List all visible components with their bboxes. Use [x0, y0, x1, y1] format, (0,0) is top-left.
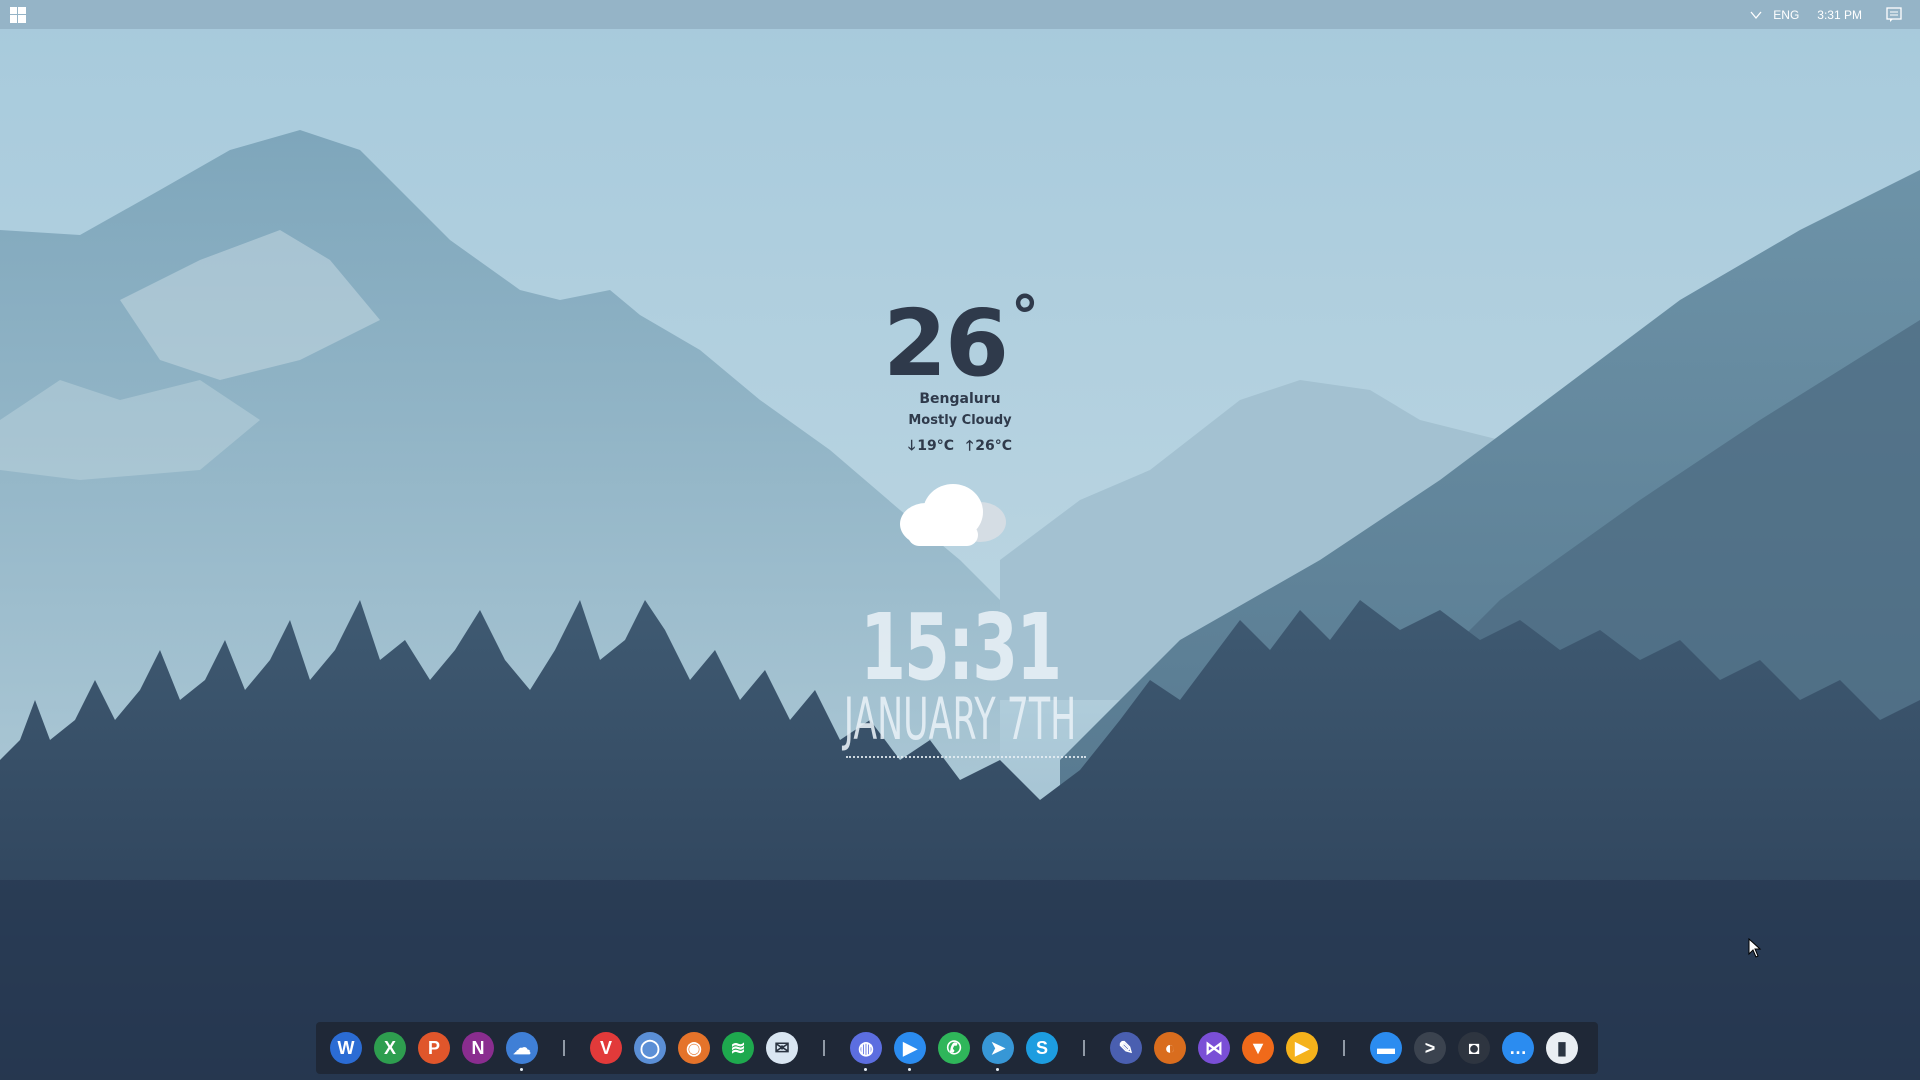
weather-high: 26°C — [975, 438, 1013, 454]
blender-icon[interactable]: ◐ — [1154, 1032, 1186, 1064]
weather-temperature: 26° — [0, 290, 1920, 390]
tray-clock[interactable]: 3:31 PM — [1817, 8, 1862, 22]
degree-symbol: ° — [1011, 285, 1039, 350]
onenote-icon[interactable]: N — [462, 1032, 494, 1064]
pen-icon[interactable]: ✎ — [1110, 1032, 1142, 1064]
toggle-glyph: ◘ — [1468, 1037, 1480, 1058]
player-glyph: ▶ — [1295, 1037, 1309, 1058]
chromium-glyph: ◯ — [639, 1037, 661, 1058]
running-indicator — [996, 1068, 999, 1071]
brave-icon[interactable]: ▼ — [1242, 1032, 1274, 1064]
visual-studio-glyph: ⋈ — [1205, 1037, 1223, 1058]
telegram-glyph: ➤ — [990, 1037, 1006, 1058]
app-dock: W X P N ☁ V ◯ ◉ ≋ ✉ ◍ ▶ ✆ ➤ S ✎ ◐ ⋈ ▼ ▶ ▬ > ◘ … ▮ — [316, 1022, 1598, 1074]
top-taskbar: ENG 3:31 PM — [0, 0, 1920, 29]
arrow-down-icon: 🡓 — [907, 438, 916, 454]
vivaldi-glyph: V — [599, 1037, 612, 1058]
chevron-down-icon[interactable] — [1749, 8, 1763, 22]
files-icon[interactable]: ▬ — [1370, 1032, 1402, 1064]
whatsapp-icon[interactable]: ✆ — [938, 1032, 970, 1064]
powerpoint-glyph: P — [427, 1037, 440, 1058]
language-indicator[interactable]: ENG — [1773, 8, 1799, 22]
brave-glyph: ▼ — [1249, 1037, 1267, 1058]
windows-start-icon[interactable] — [10, 7, 26, 23]
excel-glyph: X — [383, 1037, 396, 1058]
running-indicator — [520, 1068, 523, 1071]
whatsapp-glyph: ✆ — [946, 1037, 962, 1058]
onedrive-icon[interactable]: ☁ — [506, 1032, 538, 1071]
chromium-icon[interactable]: ◯ — [634, 1032, 666, 1064]
system-tray: ENG 3:31 PM — [1749, 0, 1902, 29]
mouse-cursor-icon — [1748, 938, 1762, 958]
onedrive-glyph: ☁ — [513, 1037, 531, 1058]
clock-date: JANUARY 7TH — [843, 685, 1077, 753]
action-center-icon[interactable] — [1886, 6, 1902, 23]
zoom-icon[interactable]: ▶ — [894, 1032, 926, 1071]
dock-separator — [823, 1040, 825, 1056]
terminal-glyph: > — [1424, 1037, 1436, 1058]
blender-glyph: ◐ — [1164, 1037, 1176, 1058]
powerpoint-icon[interactable]: P — [418, 1032, 450, 1064]
toggle-icon[interactable]: ◘ — [1458, 1032, 1490, 1064]
pen-glyph: ✎ — [1118, 1037, 1134, 1058]
firefox-glyph: ◉ — [686, 1037, 702, 1058]
firefox-icon[interactable]: ◉ — [678, 1032, 710, 1064]
recycle-bin-glyph: ▮ — [1557, 1037, 1567, 1058]
visual-studio-icon[interactable]: ⋈ — [1198, 1032, 1230, 1064]
dock-separator — [1083, 1040, 1085, 1056]
mail-icon[interactable]: ✉ — [766, 1032, 798, 1064]
zoom-glyph: ▶ — [903, 1037, 917, 1058]
temperature-value: 26 — [882, 290, 1009, 397]
weather-low: 19°C — [917, 438, 954, 454]
weather-condition: Mostly Cloudy — [908, 413, 1012, 428]
weather-city: Bengaluru — [919, 391, 1001, 407]
more-icon[interactable]: … — [1502, 1032, 1534, 1064]
word-glyph: W — [337, 1037, 355, 1058]
skype-glyph: S — [1035, 1037, 1048, 1058]
spotify-glyph: ≋ — [730, 1037, 746, 1058]
clock-time: 15:31 — [859, 594, 1062, 701]
running-indicator — [908, 1068, 911, 1071]
spotify-icon[interactable]: ≋ — [722, 1032, 754, 1064]
skype-icon[interactable]: S — [1026, 1032, 1058, 1064]
onenote-glyph: N — [471, 1037, 485, 1058]
player-icon[interactable]: ▶ — [1286, 1032, 1318, 1064]
date-underline — [846, 756, 1086, 758]
excel-icon[interactable]: X — [374, 1032, 406, 1064]
telegram-icon[interactable]: ➤ — [982, 1032, 1014, 1071]
running-indicator — [864, 1068, 867, 1071]
discord-icon[interactable]: ◍ — [850, 1032, 882, 1071]
terminal-icon[interactable]: > — [1414, 1032, 1446, 1064]
arrow-up-icon: 🡑 — [966, 438, 974, 454]
discord-glyph: ◍ — [858, 1037, 874, 1058]
weather-low-high: 🡓 19°C 🡑 26°C — [0, 435, 1920, 459]
files-glyph: ▬ — [1377, 1037, 1395, 1058]
more-glyph: … — [1509, 1037, 1527, 1058]
cloud-icon — [900, 484, 1006, 546]
dock-separator — [563, 1040, 565, 1056]
mail-glyph: ✉ — [774, 1037, 790, 1058]
word-icon[interactable]: W — [330, 1032, 362, 1064]
recycle-bin-icon[interactable]: ▮ — [1546, 1032, 1578, 1064]
vivaldi-icon[interactable]: V — [590, 1032, 622, 1064]
dock-separator — [1343, 1040, 1345, 1056]
